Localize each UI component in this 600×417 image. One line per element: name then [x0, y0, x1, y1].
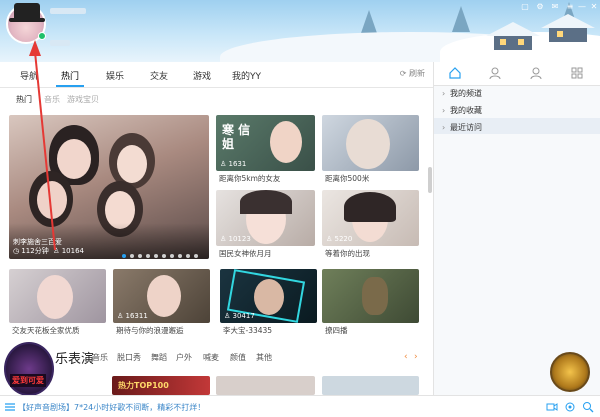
carousel-dots[interactable]	[122, 251, 202, 261]
scrollbar[interactable]	[428, 167, 432, 193]
search-icon[interactable]	[582, 401, 594, 413]
section-header: 乐表演 音乐 脱口秀 舞蹈 户外 喊麦 颜值 其他 ‹ ›	[0, 345, 433, 367]
minimize-button[interactable]: —	[577, 2, 587, 12]
subtab-game-babe[interactable]: 游戏宝贝	[67, 94, 99, 105]
settings-icon[interactable]: ⚙	[535, 2, 545, 12]
close-button[interactable]: ✕	[589, 2, 599, 12]
settings-icon[interactable]	[564, 401, 576, 413]
live-event-badge[interactable]: 爱到可爱	[4, 342, 54, 396]
house-decoration	[486, 22, 540, 50]
mail-icon[interactable]: ✉	[550, 2, 560, 12]
clock-icon: ◷	[13, 247, 20, 255]
card-subtitle: 距离你5km的女友	[219, 174, 281, 183]
next-button[interactable]: ›	[414, 352, 418, 362]
viewer-count: ♙ 10123	[220, 235, 251, 243]
side-item-favorites[interactable]: › 我的收藏	[442, 105, 482, 116]
category-looks[interactable]: 颜值	[230, 352, 246, 363]
stream-card[interactable]	[322, 115, 419, 171]
chevron-right-icon: ›	[442, 106, 446, 115]
stream-card[interactable]: ♙ 30417	[220, 269, 317, 323]
refresh-icon: ⟳	[399, 69, 407, 78]
chevron-right-icon: ›	[442, 89, 446, 98]
card-subtitle: 距离你500米	[325, 174, 370, 183]
menu-icon[interactable]: ≡	[565, 2, 575, 12]
content-panel: 导航 热门 娱乐 交友 游戏 我的YY ⟳ 刷新 热门 音乐 游戏宝贝 刺李施舍…	[0, 62, 433, 395]
side-panel: › 我的频道 › 我的收藏 › 最近访问	[433, 62, 600, 395]
tab-social[interactable]: 交友	[150, 69, 168, 82]
tree-decoration	[452, 6, 470, 32]
category-other[interactable]: 其他	[256, 352, 272, 363]
category-talkshow[interactable]: 脱口秀	[117, 352, 141, 363]
card-subtitle: 期待与你的浪漫邂逅	[116, 326, 184, 335]
side-item-recent[interactable]: › 最近访问	[442, 122, 482, 133]
subtab-music[interactable]: 音乐	[44, 94, 60, 105]
stream-card[interactable]	[322, 269, 419, 323]
top-nav: 导航 热门 娱乐 交友 游戏 我的YY ⟳ 刷新	[0, 62, 433, 88]
viewer-count: ♙ 16311	[117, 312, 148, 320]
refresh-button[interactable]: ⟳ 刷新	[400, 68, 425, 79]
category-dance[interactable]: 舞蹈	[151, 352, 167, 363]
home-icon[interactable]	[448, 66, 462, 80]
side-tabs	[434, 62, 600, 86]
category-outdoor[interactable]: 户外	[176, 352, 192, 363]
sub-nav: 热门 音乐 游戏宝贝	[0, 91, 433, 109]
menu-icon[interactable]	[4, 401, 16, 413]
category-shout[interactable]: 喊麦	[203, 352, 219, 363]
bottom-bar: 【好声音剧场】7*24小时好歌不间断，精彩不打烊！	[0, 395, 600, 417]
featured-meta: ◷ 112分钟 ♙ 10164	[13, 247, 84, 255]
stream-card[interactable]: 热力TOP100	[112, 376, 210, 395]
tab-hot[interactable]: 热门	[61, 69, 79, 82]
viewer-count: ♙ 5220	[326, 235, 353, 243]
hat-icon	[9, 3, 45, 22]
card-overlay-text: 寒 信 姐	[222, 123, 251, 151]
card-subtitle: 李大宝-33435	[223, 326, 273, 335]
prev-button[interactable]: ‹	[404, 352, 408, 362]
chevron-right-icon: ›	[442, 123, 446, 132]
subtab-hot[interactable]: 热门	[16, 94, 32, 105]
card-subtitle: 撩四播	[325, 326, 348, 335]
side-item-my-channels[interactable]: › 我的频道	[442, 88, 482, 99]
category-music[interactable]: 音乐	[92, 352, 108, 363]
marquee-message[interactable]: 【好声音剧场】7*24小时好歌不间断，精彩不打烊！	[18, 402, 205, 413]
house-decoration	[541, 14, 595, 42]
viewer-count: ♙ 1631	[220, 160, 247, 168]
user-level-placeholder	[50, 40, 70, 46]
banner-text: 热力TOP100	[118, 381, 169, 390]
apps-grid-icon[interactable]	[570, 66, 584, 80]
stream-card[interactable]: ♙ 10123	[216, 190, 315, 246]
featured-stream-card[interactable]: 刺李施舍三百爱 ◷ 112分钟 ♙ 10164	[9, 115, 209, 259]
active-tab-indicator	[56, 85, 84, 87]
stream-card[interactable]	[9, 269, 106, 323]
stream-card[interactable]: ♙ 5220	[322, 190, 419, 246]
group-icon[interactable]	[530, 66, 544, 80]
viewer-count: ♙ 30417	[224, 312, 255, 320]
header: ▢ ⚙ ✉ ≡ — ✕	[0, 0, 600, 62]
medal-icon[interactable]	[550, 352, 590, 392]
section-title: 乐表演	[55, 352, 95, 367]
tab-games[interactable]: 游戏	[193, 69, 211, 82]
tab-my-yy[interactable]: 我的YY	[232, 69, 261, 82]
stream-card[interactable]	[216, 376, 315, 395]
friend-icon[interactable]	[488, 66, 502, 80]
viewer-icon: ♙	[50, 247, 60, 255]
stream-card[interactable]: ♙ 16311	[113, 269, 210, 323]
video-icon[interactable]	[546, 401, 558, 413]
skin-icon[interactable]: ▢	[520, 2, 530, 12]
online-status-icon	[38, 32, 46, 40]
user-name-placeholder	[50, 8, 86, 14]
stream-card[interactable]	[322, 376, 419, 395]
card-subtitle: 交友天花板全家优质	[12, 326, 80, 335]
refresh-label: 刷新	[409, 69, 425, 78]
live-badge-text: 爱到可爱	[10, 374, 46, 387]
card-subtitle: 等着你的出现	[325, 249, 370, 258]
card-subtitle: 国民女神依月月	[219, 249, 272, 258]
tab-entertainment[interactable]: 娱乐	[106, 69, 124, 82]
stream-card[interactable]: 寒 信 姐 ♙ 1631	[216, 115, 315, 171]
tab-nav[interactable]: 导航	[20, 69, 38, 82]
